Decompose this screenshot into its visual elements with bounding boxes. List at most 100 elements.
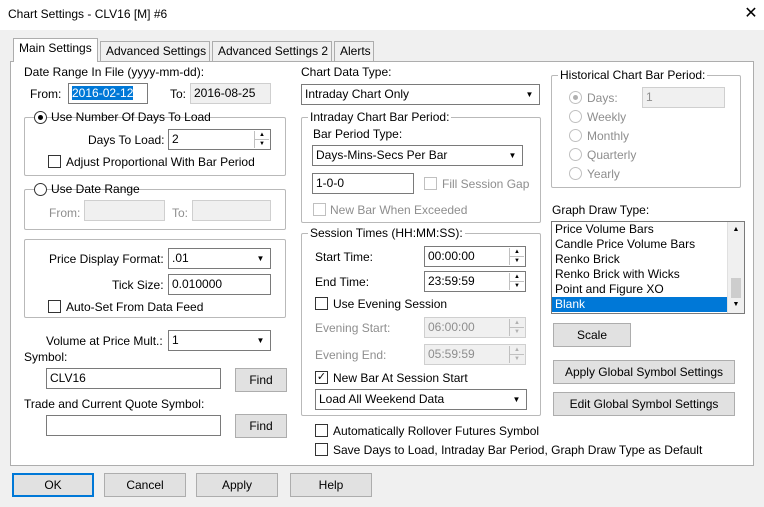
new-bar-exceeded-label: New Bar When Exceeded [330, 203, 468, 217]
weekend-data-value: Load All Weekend Data [319, 392, 445, 406]
use-date-range-radio[interactable] [34, 183, 47, 196]
auto-set-label: Auto-Set From Data Feed [66, 300, 204, 314]
scale-button[interactable]: Scale [553, 323, 631, 347]
price-format-select[interactable]: .01 ▼ [168, 248, 271, 269]
historical-days-radio [569, 91, 582, 104]
use-days-label: Use Number Of Days To Load [51, 110, 211, 124]
symbol-input[interactable]: CLV16 [46, 368, 221, 389]
list-scrollbar[interactable]: ▲ ▼ [727, 222, 744, 313]
scroll-down-icon[interactable]: ▼ [728, 297, 744, 313]
auto-set-checkbox[interactable] [48, 300, 61, 313]
symbol-find-button[interactable]: Find [235, 368, 287, 392]
list-item[interactable]: Candle Price Volume Bars [552, 237, 744, 252]
list-item[interactable]: Renko Brick with Wicks [552, 267, 744, 282]
chevron-down-icon: ▼ [512, 395, 521, 404]
historical-weekly-radio [569, 110, 582, 123]
date-range-to-field: 2016-08-25 [190, 83, 271, 104]
list-item[interactable]: Renko Brick [552, 252, 744, 267]
session-group-title: Session Times (HH:MM:SS): [308, 226, 465, 240]
evening-end-value: 05:59:59 [428, 347, 475, 361]
range-from-field [84, 200, 165, 221]
date-range-title: Date Range In File (yyyy-mm-dd): [24, 65, 205, 79]
tick-size-input[interactable]: 0.010000 [168, 274, 271, 295]
chart-data-type-select[interactable]: Intraday Chart Only ▼ [301, 84, 540, 105]
adjust-proportional-label: Adjust Proportional With Bar Period [66, 155, 255, 169]
date-range-from-field[interactable]: 2016-02-12 [68, 83, 148, 104]
cancel-button[interactable]: Cancel [104, 473, 186, 497]
new-bar-session-start-label: New Bar At Session Start [333, 371, 468, 385]
graph-draw-type-label: Graph Draw Type: [552, 203, 650, 217]
trade-symbol-input[interactable] [46, 415, 221, 436]
evening-end-label: Evening End: [315, 348, 387, 362]
date-range-from-label: From: [30, 87, 62, 101]
days-to-load-input[interactable]: 2 ▲ ▼ [168, 129, 271, 150]
trade-symbol-find-button[interactable]: Find [235, 414, 287, 438]
graph-draw-type-list[interactable]: Price Volume Bars Candle Price Volume Ba… [551, 221, 745, 314]
historical-weekly-label: Weekly [587, 110, 627, 124]
historical-monthly-radio [569, 129, 582, 142]
fill-session-gap-checkbox [424, 177, 437, 190]
chevron-down-icon: ▼ [256, 254, 265, 263]
price-format-label: Price Display Format: [49, 252, 164, 266]
bar-period-input[interactable]: 1-0-0 [312, 173, 414, 194]
end-time-spinner[interactable]: ▲ ▼ [509, 273, 524, 290]
edit-global-settings-button[interactable]: Edit Global Symbol Settings [553, 392, 735, 416]
tab-alerts[interactable]: Alerts [334, 41, 374, 61]
evening-start-value: 06:00:00 [428, 320, 475, 334]
save-default-checkbox[interactable] [315, 443, 328, 456]
rollover-label: Automatically Rollover Futures Symbol [333, 424, 540, 438]
chart-data-type-value: Intraday Chart Only [305, 87, 410, 101]
evening-end-input: 05:59:59 ▲ ▼ [424, 344, 526, 365]
start-time-label: Start Time: [315, 250, 374, 264]
chevron-down-icon: ▼ [256, 336, 265, 345]
range-to-field [192, 200, 271, 221]
range-from-label: From: [49, 206, 81, 220]
list-item-selected[interactable]: Blank [552, 297, 744, 312]
adjust-proportional-checkbox[interactable] [48, 155, 61, 168]
start-time-input[interactable]: 00:00:00 ▲ ▼ [424, 246, 526, 267]
volume-mult-label: Volume at Price Mult.: [46, 334, 163, 348]
list-item[interactable]: Point and Figure XO [552, 282, 744, 297]
bar-period-type-select[interactable]: Days-Mins-Secs Per Bar ▼ [312, 145, 523, 166]
start-time-value: 00:00:00 [428, 249, 475, 263]
tab-advanced-settings-2[interactable]: Advanced Settings 2 [212, 41, 332, 61]
bar-period-type-label: Bar Period Type: [313, 127, 403, 141]
weekend-data-select[interactable]: Load All Weekend Data ▼ [315, 389, 527, 410]
bar-period-type-value: Days-Mins-Secs Per Bar [316, 148, 448, 162]
volume-mult-select[interactable]: 1 ▼ [168, 330, 271, 351]
tab-advanced-settings[interactable]: Advanced Settings [100, 41, 210, 61]
days-to-load-value: 2 [172, 132, 179, 146]
list-item[interactable]: Price Volume Bars [552, 222, 744, 237]
ok-button[interactable]: OK [12, 473, 94, 497]
fill-session-gap-label: Fill Session Gap [442, 177, 530, 191]
close-icon[interactable]: ✕ [740, 4, 762, 24]
historical-quarterly-radio [569, 148, 582, 161]
chart-data-type-label: Chart Data Type: [301, 65, 392, 79]
trade-symbol-label: Trade and Current Quote Symbol: [24, 397, 205, 411]
range-to-label: To: [172, 206, 189, 220]
start-time-spinner[interactable]: ▲ ▼ [509, 248, 524, 265]
scroll-up-icon[interactable]: ▲ [728, 222, 744, 238]
historical-days-label: Days: [587, 91, 618, 105]
new-bar-session-start-checkbox[interactable]: ✓ [315, 371, 328, 384]
scroll-thumb[interactable] [731, 278, 741, 298]
days-to-load-spinner[interactable]: ▲ ▼ [254, 131, 269, 148]
use-date-range-label: Use Date Range [51, 182, 140, 196]
rollover-checkbox[interactable] [315, 424, 328, 437]
apply-button[interactable]: Apply [196, 473, 278, 497]
volume-mult-value: 1 [172, 333, 179, 347]
use-days-radio[interactable] [34, 111, 47, 124]
historical-monthly-label: Monthly [587, 129, 630, 143]
title-bar: Chart Settings - CLV16 [M] #6 ✕ [0, 0, 764, 30]
chevron-down-icon: ▼ [525, 90, 534, 99]
help-button[interactable]: Help [290, 473, 372, 497]
evening-session-checkbox[interactable] [315, 297, 328, 310]
apply-global-settings-button[interactable]: Apply Global Symbol Settings [553, 360, 735, 384]
tab-main-settings[interactable]: Main Settings [13, 38, 98, 62]
save-default-label: Save Days to Load, Intraday Bar Period, … [333, 443, 703, 457]
end-time-input[interactable]: 23:59:59 ▲ ▼ [424, 271, 526, 292]
evening-start-spinner: ▲ ▼ [509, 319, 524, 336]
historical-yearly-radio [569, 167, 582, 180]
date-range-to-label: To: [170, 87, 187, 101]
price-format-value: .01 [172, 251, 189, 265]
